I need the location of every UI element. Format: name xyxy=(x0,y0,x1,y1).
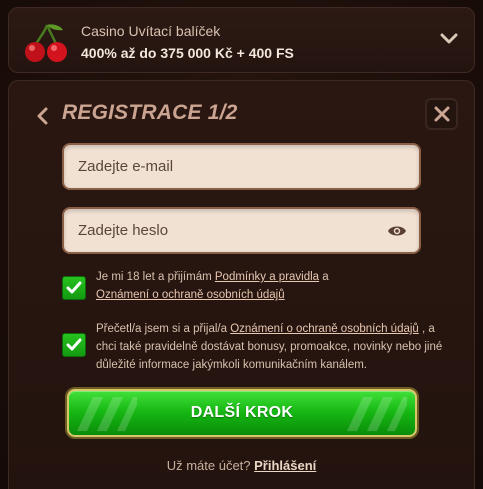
stripes-decoration xyxy=(77,397,137,431)
privacy-link[interactable]: Oznámení o ochraně osobních údajů xyxy=(96,289,285,301)
checkmark-icon xyxy=(66,281,82,294)
next-step-button[interactable]: DALŠÍ KROK xyxy=(67,389,417,437)
age-terms-checkbox[interactable] xyxy=(62,276,86,300)
email-field[interactable] xyxy=(62,143,421,190)
consent1-mid: a xyxy=(319,271,329,283)
next-step-label: DALŠÍ KROK xyxy=(190,404,294,421)
cherry-icon xyxy=(25,24,67,62)
page-title: REGISTRACE 1/2 xyxy=(62,101,238,124)
age-terms-label: Je mi 18 let a přijímám Podmínky a pravi… xyxy=(96,268,446,304)
close-button[interactable] xyxy=(425,98,458,130)
close-icon xyxy=(434,106,449,122)
eye-icon[interactable] xyxy=(387,222,407,240)
bonus-offer: 400% až do 375 000 Kč + 400 FS xyxy=(81,45,294,61)
login-prompt: Už máte účet? Přihlášení xyxy=(0,458,483,473)
privacy-link-2[interactable]: Oznámení o ochraně osobních údajů xyxy=(230,323,419,335)
chevron-down-icon[interactable] xyxy=(440,32,458,46)
consent2-prefix: Přečetl/a jsem si a přijal/a xyxy=(96,323,231,335)
stripes-decoration xyxy=(347,397,407,431)
marketing-label: Přečetl/a jsem si a přijal/a Oznámení o … xyxy=(96,320,446,374)
password-input[interactable] xyxy=(78,209,378,252)
checkmark-icon xyxy=(66,338,82,351)
marketing-checkbox[interactable] xyxy=(62,333,86,357)
password-field[interactable] xyxy=(62,207,421,254)
consent1-prefix: Je mi 18 let a přijímám xyxy=(96,271,215,283)
bonus-title: Casino Uvítací balíček xyxy=(81,23,221,39)
login-question: Už máte účet? xyxy=(166,458,255,473)
login-link[interactable]: Přihlášení xyxy=(254,458,316,473)
email-input[interactable] xyxy=(78,145,378,188)
back-arrow-icon[interactable] xyxy=(34,106,50,126)
bonus-banner[interactable]: Casino Uvítací balíček 400% až do 375 00… xyxy=(8,7,475,73)
terms-link[interactable]: Podmínky a pravidla xyxy=(215,271,319,283)
bonus-text: Casino Uvítací balíček 400% až do 375 00… xyxy=(81,22,294,64)
